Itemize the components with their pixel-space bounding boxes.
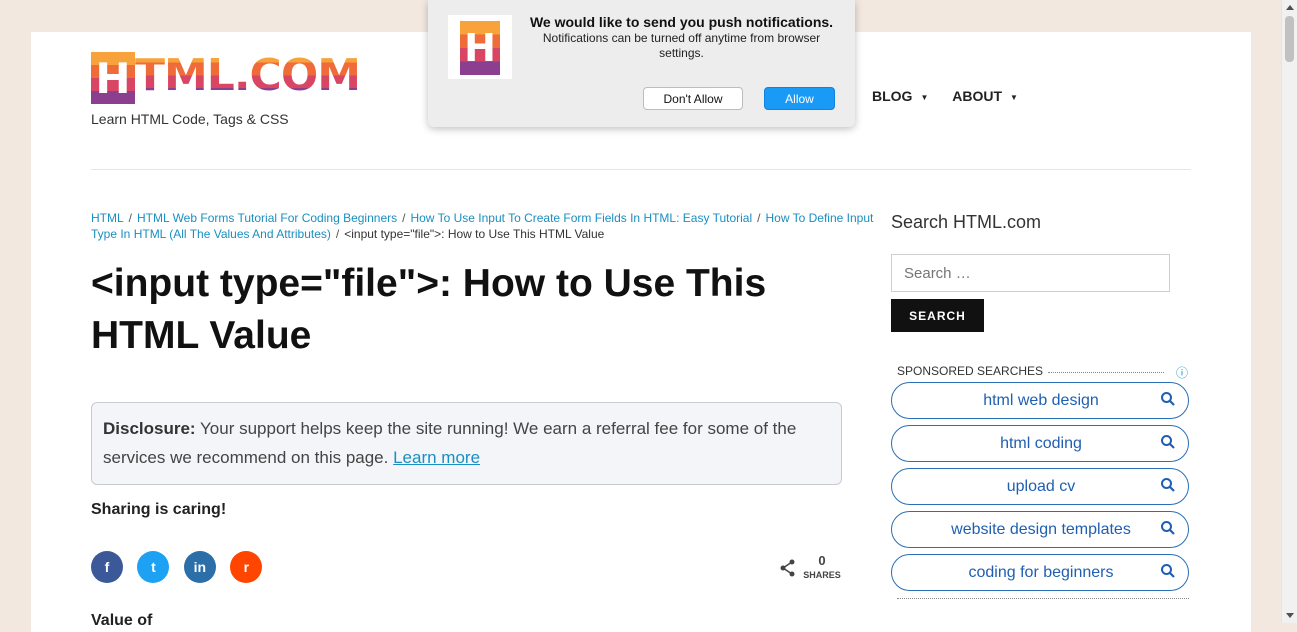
- sponsored-search-label: website design templates: [951, 521, 1131, 538]
- shares-label: SHARES: [803, 570, 841, 580]
- breadcrumb-link[interactable]: How To Use Input To Create Form Fields I…: [410, 211, 752, 225]
- disclosure-box: Disclosure: Your support helps keep the …: [91, 402, 842, 485]
- header-divider: [91, 169, 1191, 170]
- linkedin-icon[interactable]: in: [183, 551, 216, 583]
- scroll-down-arrow-icon[interactable]: [1286, 613, 1294, 618]
- dont-allow-button[interactable]: Don't Allow: [643, 87, 743, 110]
- dotted-divider: [897, 598, 1189, 599]
- sponsored-search-item[interactable]: website design templates: [891, 511, 1189, 548]
- learn-more-link[interactable]: Learn more: [393, 448, 480, 467]
- scroll-up-arrow-icon[interactable]: [1286, 5, 1294, 10]
- search-icon: [1161, 564, 1175, 578]
- site-icon-letter: H: [460, 21, 500, 75]
- logo-text: TML.COM: [135, 50, 361, 101]
- section-heading: Value of: [91, 612, 153, 629]
- breadcrumb-separator: /: [335, 227, 340, 241]
- disclosure-label: Disclosure:: [103, 419, 196, 438]
- sponsored-search-item[interactable]: upload cv: [891, 468, 1189, 505]
- nav-label: BLOG: [872, 88, 913, 104]
- breadcrumb-separator: /: [128, 211, 133, 225]
- search-icon: [1161, 478, 1175, 492]
- facebook-icon[interactable]: f: [91, 551, 123, 583]
- search-icon: [1161, 392, 1175, 406]
- sponsored-search-label: html web design: [983, 392, 1099, 409]
- dotted-divider: [1048, 372, 1164, 373]
- sponsored-search-item[interactable]: html coding: [891, 425, 1189, 462]
- push-notification-dialog: H We would like to send you push notific…: [428, 0, 855, 127]
- search-input[interactable]: [891, 254, 1170, 292]
- sponsored-search-label: html coding: [1000, 435, 1082, 452]
- breadcrumb-link[interactable]: HTML: [91, 211, 124, 225]
- allow-button[interactable]: Allow: [764, 87, 835, 110]
- share-counter: 0 SHARES: [780, 553, 842, 583]
- sponsored-search-item[interactable]: html web design: [891, 382, 1189, 419]
- twitter-icon[interactable]: t: [137, 551, 170, 583]
- sponsored-searches-header: SPONSORED SEARCHES ⓘ: [897, 364, 1189, 381]
- push-dialog-title: We would like to send you push notificat…: [529, 14, 834, 30]
- push-dialog-message: Notifications can be turned off anytime …: [542, 31, 821, 60]
- share-count: 0: [818, 553, 826, 568]
- info-icon[interactable]: ⓘ: [1176, 364, 1188, 381]
- social-share-buttons: f t in r: [91, 551, 272, 583]
- scrollbar-thumb[interactable]: [1285, 16, 1294, 62]
- share-icon: [780, 559, 795, 577]
- nav-item-about[interactable]: ABOUT ▼: [952, 88, 1018, 104]
- sidebar-search-title: Search HTML.com: [891, 212, 1042, 232]
- sharing-label: Sharing is caring!: [91, 501, 227, 518]
- caret-down-icon: ▼: [920, 92, 929, 102]
- site-tagline: Learn HTML Code, Tags & CSS: [91, 111, 289, 127]
- search-icon: [1161, 435, 1175, 449]
- nav-label: ABOUT: [952, 88, 1003, 104]
- breadcrumb-separator: /: [402, 211, 406, 225]
- breadcrumb-link[interactable]: HTML Web Forms Tutorial For Coding Begin…: [137, 211, 397, 225]
- logo-h-block: H: [91, 52, 135, 104]
- search-icon: [1161, 521, 1175, 535]
- sponsored-label: SPONSORED SEARCHES: [897, 364, 1044, 378]
- site-logo[interactable]: H TML.COM: [91, 50, 361, 104]
- breadcrumb-current: <input type="file">: How to Use This HTM…: [344, 227, 605, 241]
- page-scrollbar[interactable]: [1281, 0, 1297, 623]
- nav-item-blog[interactable]: BLOG ▼: [872, 88, 928, 104]
- main-nav: BLOG ▼ ABOUT ▼: [872, 88, 1038, 104]
- sponsored-search-label: coding for beginners: [968, 564, 1114, 581]
- site-icon: H: [448, 15, 512, 79]
- logo-letter: H: [95, 54, 131, 103]
- sponsored-search-item[interactable]: coding for beginners: [891, 554, 1189, 591]
- sponsored-search-label: upload cv: [1006, 478, 1076, 495]
- breadcrumb-separator: /: [757, 211, 761, 225]
- reddit-icon[interactable]: r: [230, 551, 263, 583]
- breadcrumb: HTML / HTML Web Forms Tutorial For Coding …: [91, 210, 891, 242]
- caret-down-icon: ▼: [1010, 92, 1018, 102]
- page-title: <input type="file">: How to Use This HTM…: [91, 262, 767, 357]
- search-button[interactable]: SEARCH: [891, 299, 984, 332]
